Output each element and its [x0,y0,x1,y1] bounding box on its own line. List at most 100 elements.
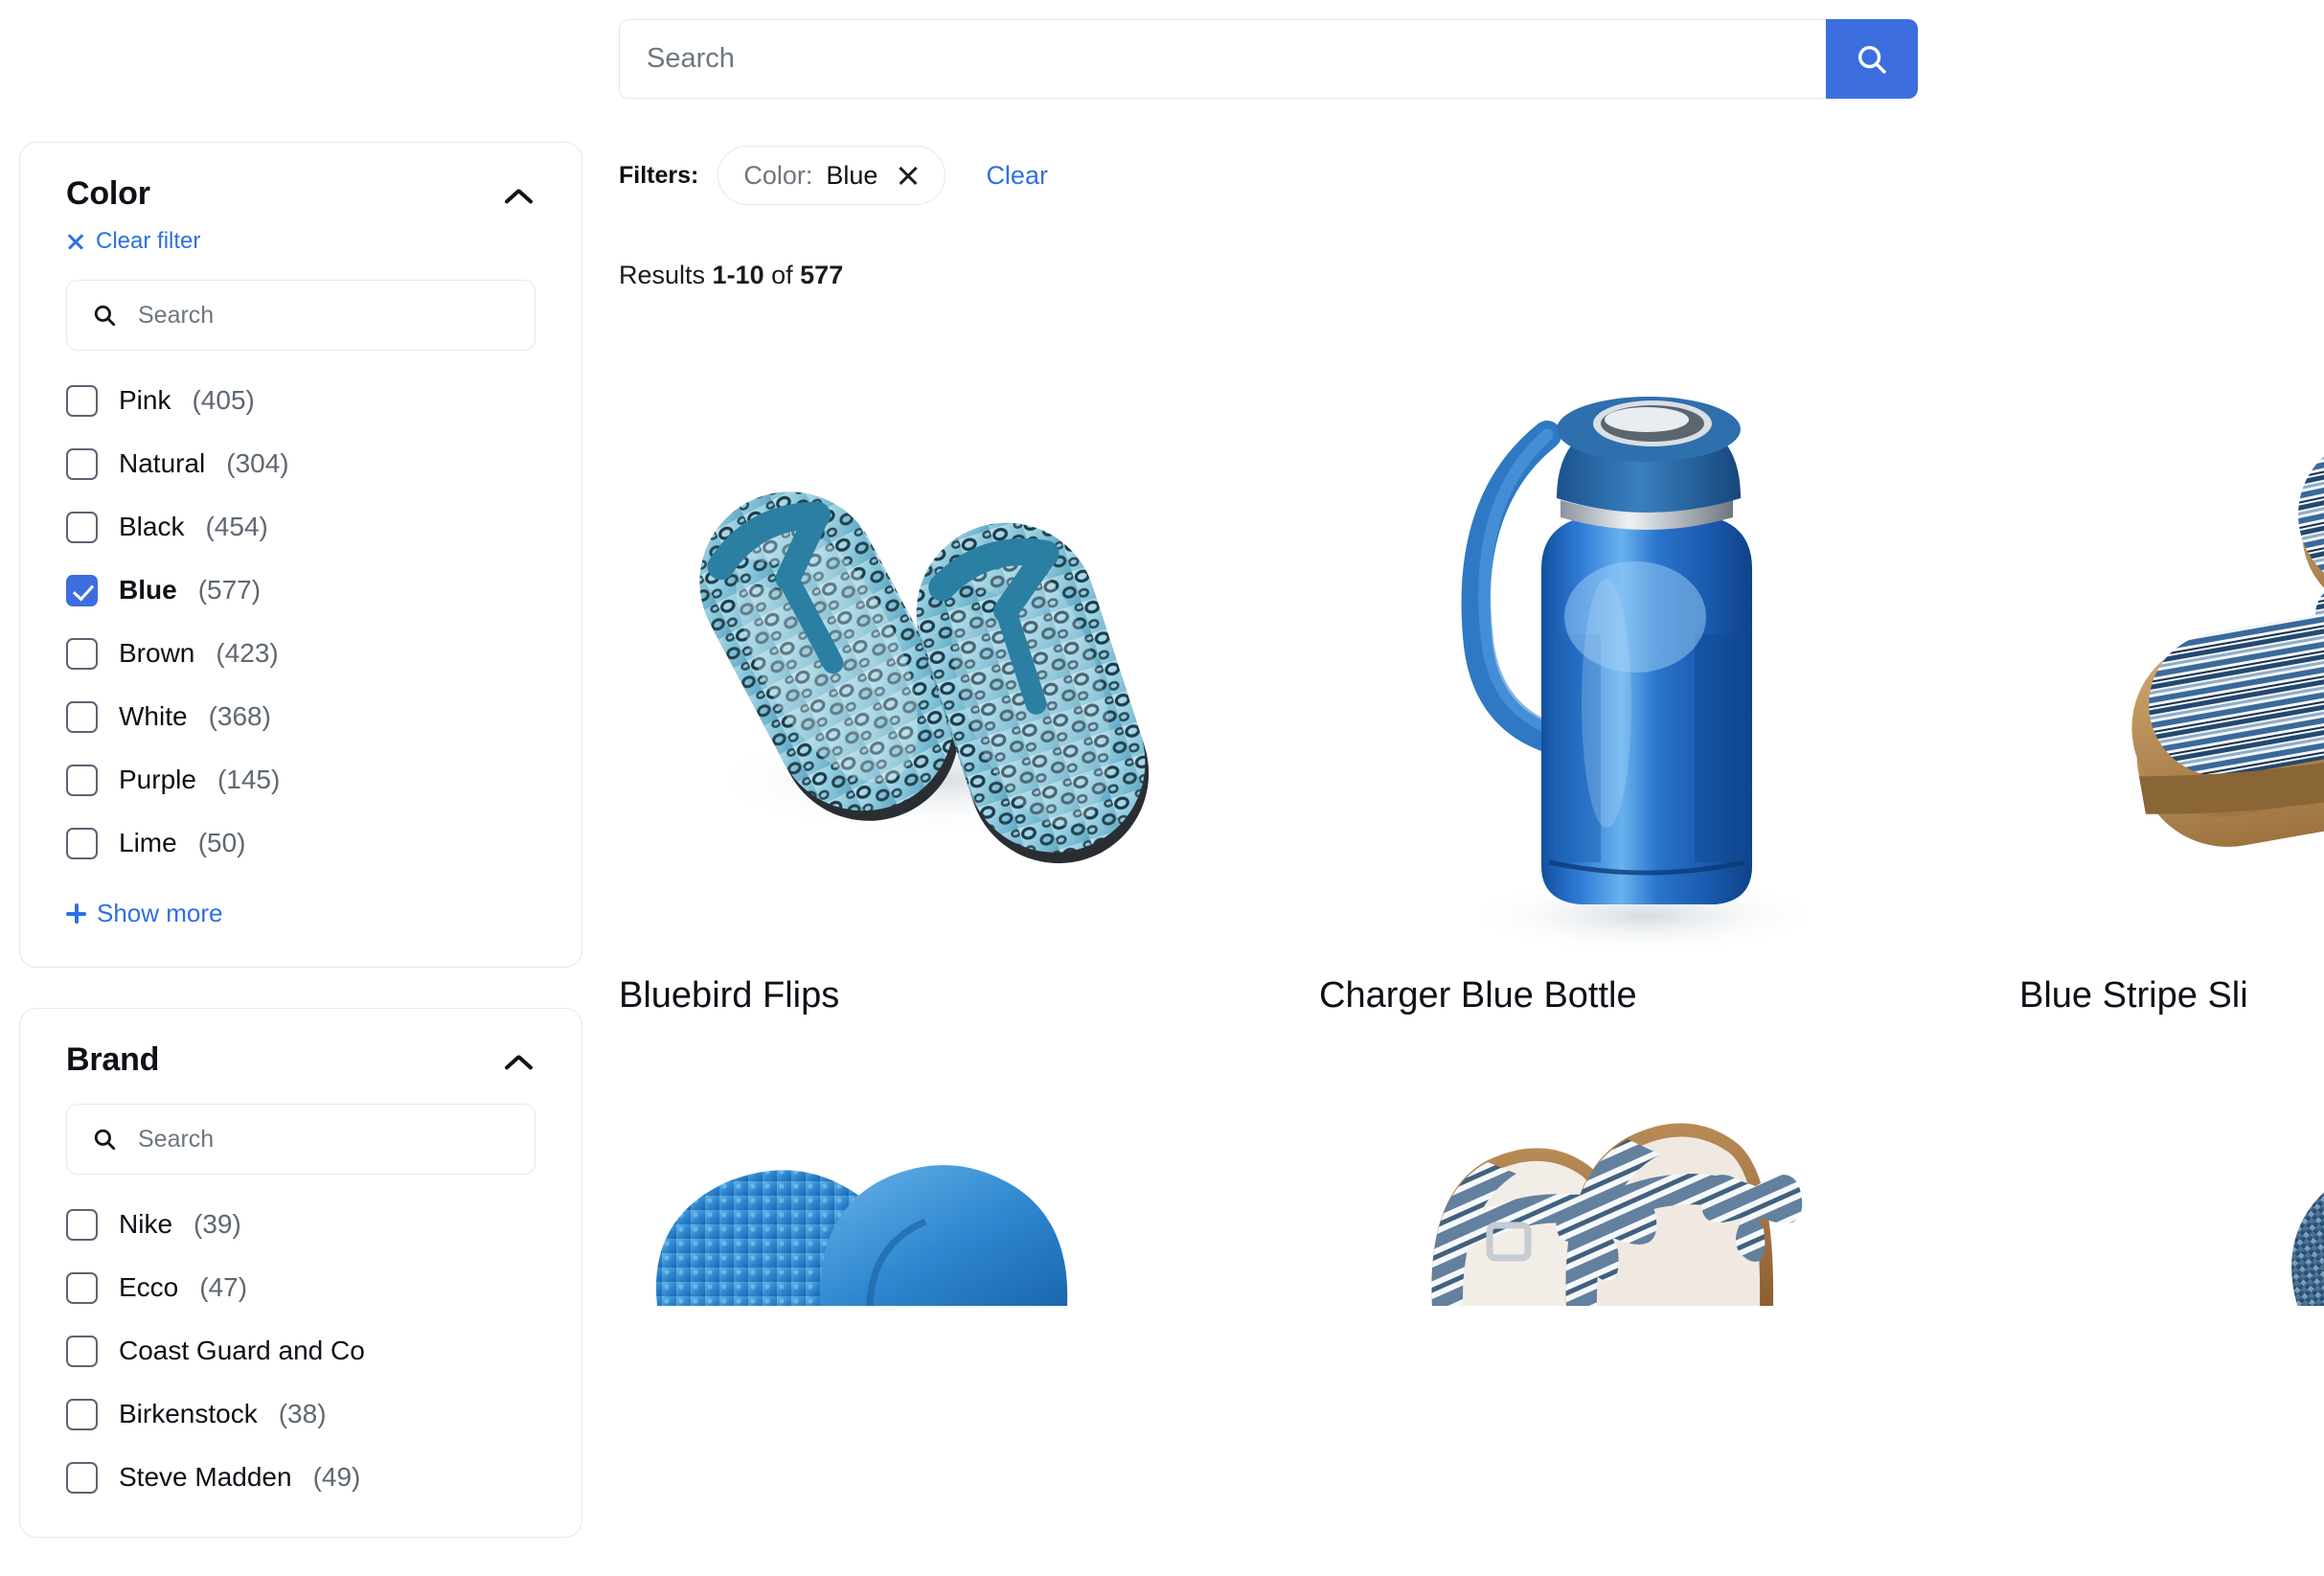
option-count: (577) [197,575,262,605]
checkbox[interactable] [66,1208,98,1241]
checkbox[interactable] [66,447,98,480]
results-area: Search Filters: Color: Blue Clear Result… [619,0,2324,1576]
show-more-label: Show more [97,899,223,927]
product-name: Bluebird Flips [619,975,840,1016]
close-icon[interactable] [897,164,920,187]
search-icon [1857,45,1886,74]
product-name: Blue Stripe Sli [2019,975,2248,1016]
facet-color: Color Clear filter Search Pink (405) Nat… [19,142,582,968]
option-label: Natural [119,448,206,478]
product-card-charger-blue-bottle[interactable]: Charger Blue Bottle [1319,330,2019,1016]
option-count: (405) [192,385,255,415]
color-facet-search-placeholder: Search [138,301,215,329]
filter-chip-color-blue[interactable]: Color: Blue [718,146,946,205]
brand-option-nike[interactable]: Nike (39) [66,1203,535,1245]
product-card-row2-3[interactable] [2019,1066,2324,1319]
color-option-list: Pink (405) Natural (304) Black (454) Blu… [66,379,535,864]
option-count: (368) [208,701,271,731]
color-facet-search[interactable]: Search [66,280,535,351]
product-card-bluebird-flips[interactable]: Bluebird Flips [619,330,1319,1016]
product-image-bottle-blue [1319,330,1951,962]
color-option-lime[interactable]: Lime (50) [66,822,535,864]
color-option-pink[interactable]: Pink (405) [66,379,535,422]
clear-color-filter-label: Clear filter [96,228,201,254]
option-label: Black [119,512,185,541]
option-label: Pink [119,385,171,415]
facet-color-header: Color [66,175,535,213]
product-image-flipflop-navy [2019,1066,2324,1306]
search-placeholder: Search [647,43,735,74]
product-name: Charger Blue Bottle [1319,975,1637,1016]
clear-color-filter-button[interactable]: Clear filter [66,228,535,255]
checkbox[interactable] [66,1461,98,1494]
checkbox[interactable] [66,1335,98,1367]
product-card-blue-stripe-slide[interactable]: Blue Stripe Sli [2019,330,2324,1016]
results-total: 577 [800,261,844,289]
checkbox[interactable] [66,1398,98,1430]
filter-chip-value: Blue [826,160,878,190]
clear-all-filters-button[interactable]: Clear [986,161,1048,191]
product-card-row2-1[interactable] [619,1066,1319,1319]
color-option-brown[interactable]: Brown (423) [66,632,535,674]
product-grid-row: Bluebird Flips Charger Blue Bottle Blue … [619,330,2324,1016]
option-count: (49) [312,1462,361,1492]
checkbox[interactable] [66,384,98,417]
option-count: (423) [216,638,279,668]
results-middle: of [771,261,793,289]
facet-brand: Brand Search Nike (39) Ecco (47) Coast G… [19,1008,582,1538]
brand-facet-search[interactable]: Search [66,1104,535,1175]
filters-label: Filters: [619,161,699,189]
option-label: Birkenstock [119,1399,258,1428]
brand-facet-search-placeholder: Search [138,1125,215,1153]
option-label: Brown [119,638,195,668]
filter-rail: Color Clear filter Search Pink (405) Nat… [19,142,582,1576]
product-search-page: Color Clear filter Search Pink (405) Nat… [0,0,2324,1576]
checkbox[interactable] [66,637,98,670]
checkbox[interactable] [66,1271,98,1304]
product-grid: Bluebird Flips Charger Blue Bottle Blue … [619,330,2324,1319]
product-card-row2-2[interactable] [1319,1066,2019,1319]
color-option-natural[interactable]: Natural (304) [66,443,535,485]
chevron-up-icon[interactable] [503,184,535,205]
product-grid-row [619,1066,2324,1319]
checkbox[interactable] [66,700,98,733]
brand-option-coast-guard-and-co[interactable]: Coast Guard and Co [66,1330,535,1372]
search-input[interactable]: Search [619,19,1826,99]
option-label: Steve Madden [119,1462,292,1492]
option-count: (50) [197,828,246,857]
search-icon [94,1129,116,1151]
option-count: (39) [194,1209,241,1239]
brand-option-birkenstock[interactable]: Birkenstock (38) [66,1393,535,1435]
product-image-clog-blue [619,1066,1251,1306]
filter-chip-key: Color: [743,160,813,190]
option-count: (145) [216,765,281,794]
show-more-colors-button[interactable]: Show more [66,899,535,928]
close-icon [66,232,85,251]
checkbox[interactable] [66,827,98,859]
color-option-white[interactable]: White (368) [66,696,535,738]
option-count: (38) [278,1399,327,1428]
product-image-sandal-striped-bow [1319,1066,1951,1306]
option-count: (304) [226,448,289,478]
color-option-purple[interactable]: Purple (145) [66,759,535,801]
search-submit-button[interactable] [1826,19,1918,99]
option-label: Purple [119,765,196,794]
option-label: White [119,701,188,731]
plus-icon [66,903,86,924]
color-option-black[interactable]: Black (454) [66,506,535,548]
facet-brand-title: Brand [66,1041,160,1078]
option-count: (47) [199,1272,248,1302]
search-icon [94,305,116,327]
brand-option-list: Nike (39) Ecco (47) Coast Guard and Co B… [66,1203,535,1498]
option-label: Blue [119,575,177,605]
product-image-flipflops-leopard [619,330,1251,962]
color-option-blue[interactable]: Blue (577) [66,569,535,611]
brand-option-steve-madden[interactable]: Steve Madden (49) [66,1456,535,1498]
chevron-up-icon[interactable] [503,1050,535,1071]
results-prefix: Results [619,261,706,289]
checkbox[interactable] [66,511,98,543]
checkbox-checked[interactable] [66,574,98,606]
option-label: Ecco [119,1272,179,1302]
checkbox[interactable] [66,764,98,796]
brand-option-ecco[interactable]: Ecco (47) [66,1267,535,1309]
